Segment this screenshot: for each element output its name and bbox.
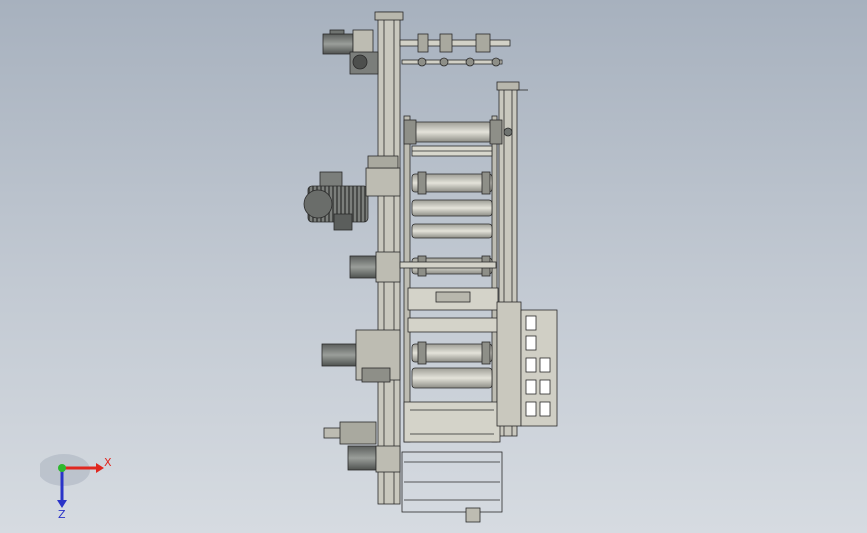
lower-plate — [403, 401, 501, 443]
top-drive-unit — [322, 29, 511, 75]
roller-2 — [411, 145, 493, 157]
roller-5 — [411, 223, 493, 239]
z-axis-arrow — [57, 500, 67, 508]
z-axis-label: Z — [58, 508, 66, 521]
bottom-drive-motor — [347, 445, 503, 523]
x-axis-label: X — [104, 456, 112, 469]
roller-4 — [411, 199, 493, 217]
y-axis-marker — [58, 464, 66, 472]
tray-section — [407, 287, 499, 333]
drive-motor-3 — [321, 329, 401, 383]
bottom-cylinder — [323, 421, 377, 445]
roller-8 — [411, 367, 493, 389]
machine-assembly-drawing[interactable] — [0, 0, 867, 533]
cad-viewport[interactable]: X Z — [0, 0, 867, 533]
control-cabinet — [496, 301, 558, 427]
roller-1 — [403, 119, 513, 145]
roller-3 — [411, 171, 493, 195]
inner-rails — [403, 115, 498, 443]
coordinate-triad: X Z — [40, 454, 112, 521]
roller-7 — [411, 341, 493, 365]
x-axis-arrow — [96, 463, 104, 473]
